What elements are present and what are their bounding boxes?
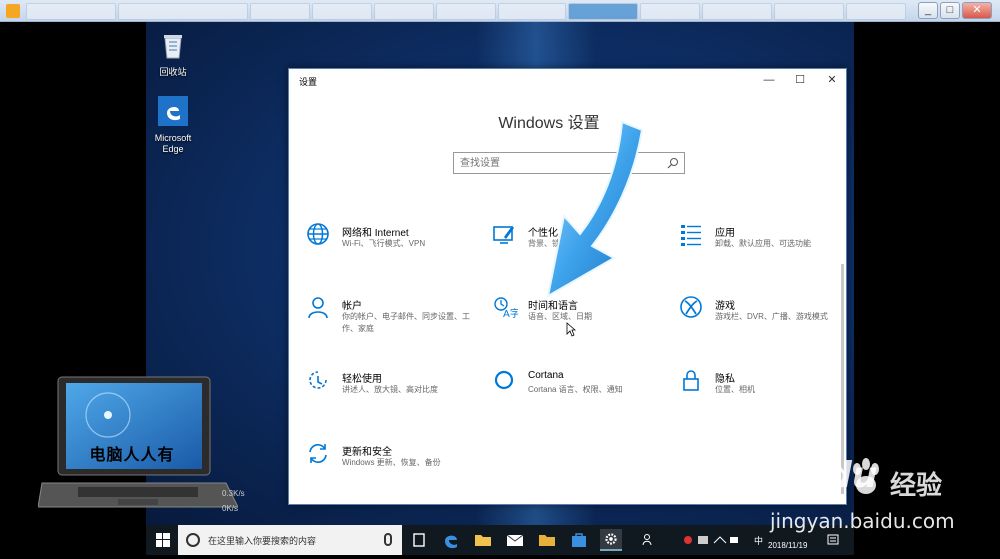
net-download-speed: 0K/s [222,504,239,513]
people-icon[interactable] [642,533,656,547]
microphone-icon[interactable] [384,533,392,546]
player-app-icon [6,4,20,18]
player-minimize-button[interactable]: _ [918,2,938,19]
tile-title: 应用 [715,228,735,239]
file-explorer-icon[interactable] [536,529,558,551]
edge-shortcut[interactable]: Microsoft Edge [146,96,203,155]
notification-icon[interactable] [826,533,840,547]
tile-desc: Windows 更新、恢复、备份 [342,458,441,467]
edge-label: Microsoft Edge [154,133,192,154]
tile-title: 更新和安全 [342,447,392,458]
tile-desc: 位置、相机 [715,385,755,394]
player-tab[interactable] [498,3,566,20]
tile-desc: Cortana 语言、权限、通知 [528,385,623,394]
watermark-url: jingyan.baidu.com [770,509,955,533]
tile-desc: 讲述人、放大镜、高对比度 [342,385,438,394]
ease-of-access-icon [309,371,327,389]
globe-icon [307,223,329,245]
player-tab[interactable] [436,3,496,20]
player-tab[interactable] [250,3,310,20]
clock-date[interactable]: 2018/11/19 [768,541,807,550]
close-button[interactable]: ✕ [822,72,842,88]
player-tab[interactable] [26,3,116,20]
mouse-cursor-icon [566,322,576,337]
player-tab[interactable] [118,3,248,20]
recycle-bin-shortcut[interactable]: 回收站 [146,30,203,78]
tile-title: 游戏 [715,301,735,312]
taskbar: 在这里输入你要搜索的内容 中 2018/11/19 [146,525,854,555]
tile-network[interactable]: 网络和 Internet Wi-Fi、飞行模式、VPN [306,222,476,272]
tile-title: 隐私 [715,374,735,385]
taskbar-search-placeholder: 在这里输入你要搜索的内容 [208,536,317,546]
minimize-button[interactable]: — [759,72,779,88]
logo-caption: 电脑人人有 [89,445,175,464]
settings-gear-icon[interactable] [600,529,622,551]
paw-icon [853,458,879,494]
tile-desc: Wi-Fi、飞行模式、VPN [342,239,426,248]
xbox-icon [680,296,702,318]
personalization-icon [493,226,514,244]
tile-desc: 游戏栏、DVR、广播、游戏模式 [715,312,828,321]
player-tab[interactable] [374,3,434,20]
tile-title: 网络和 Internet [342,228,409,239]
cortana-circle-icon[interactable] [186,533,200,547]
search-icon[interactable] [667,157,679,169]
player-tab[interactable] [702,3,772,20]
tile-gaming[interactable]: 游戏 游戏栏、DVR、广播、游戏模式 [679,295,849,345]
baidu-watermark: Baidu 经验 jingyan.baidu.com [762,455,992,535]
cortana-icon [494,370,514,390]
window-title: 设置 [299,77,318,87]
tile-title: 时间和语言 [528,301,578,312]
player-tab[interactable] [640,3,700,20]
tile-privacy[interactable]: 隐私 位置、相机 [679,368,849,418]
task-view-icon[interactable] [408,529,430,551]
file-explorer-icon[interactable] [472,529,494,551]
taskbar-search-box[interactable]: 在这里输入你要搜索的内容 [178,525,402,555]
ime-indicator[interactable]: 中 [754,534,763,547]
maximize-button[interactable]: ☐ [790,72,810,88]
player-titlebar: _ □ ✕ [0,0,1000,22]
tile-apps[interactable]: 应用 卸载、默认应用、可选功能 [679,222,849,272]
edge-taskbar-icon[interactable] [440,529,462,551]
update-icon [309,444,327,463]
recycle-bin-label: 回收站 [159,67,187,77]
tile-desc: 卸载、默认应用、可选功能 [715,239,811,248]
svg-text:A字: A字 [503,307,518,320]
tile-accounts[interactable]: 帐户 你的帐户、电子邮件、同步设置、工作、家庭 [306,295,476,345]
person-icon [308,297,328,319]
tile-ease-of-access[interactable]: 轻松使用 讲述人、放大镜、高对比度 [306,368,476,418]
edge-icon [158,96,188,126]
network-speed: 0.3K/s 0K/s [222,486,245,516]
player-tab[interactable] [774,3,844,20]
player-tab-active[interactable] [568,3,638,20]
player-tab[interactable] [312,3,372,20]
lock-icon [683,370,699,391]
time-language-icon: A字 [494,297,518,320]
tile-title: 轻松使用 [342,374,382,385]
tile-update-security[interactable]: 更新和安全 Windows 更新、恢复、备份 [306,441,476,491]
watermark-cn: 经验 [890,471,943,501]
recycle-bin-icon [164,35,182,59]
tile-time-language[interactable]: A字 时间和语言 语音、区域、日期 [492,295,662,345]
player-maximize-button[interactable]: □ [940,2,960,19]
player-close-button[interactable]: ✕ [962,2,992,19]
tile-cortana[interactable]: Cortana Cortana 语言、权限、通知 [492,368,662,418]
mail-icon[interactable] [504,529,526,551]
tile-title: 帐户 [342,301,362,312]
tile-desc: 语音、区域、日期 [528,312,592,321]
store-icon[interactable] [568,529,590,551]
system-tray-icons[interactable] [682,534,742,546]
tile-title: Cortana [528,370,564,381]
player-tab[interactable] [846,3,906,20]
net-upload-speed: 0.3K/s [222,489,245,498]
apps-icon [681,225,701,246]
annotation-arrow-icon [546,120,644,298]
tile-desc: 你的帐户、电子邮件、同步设置、工作、家庭 [342,312,470,333]
windows-start-icon[interactable] [156,533,170,547]
laptop-logo: 电脑人人有 [37,375,239,520]
